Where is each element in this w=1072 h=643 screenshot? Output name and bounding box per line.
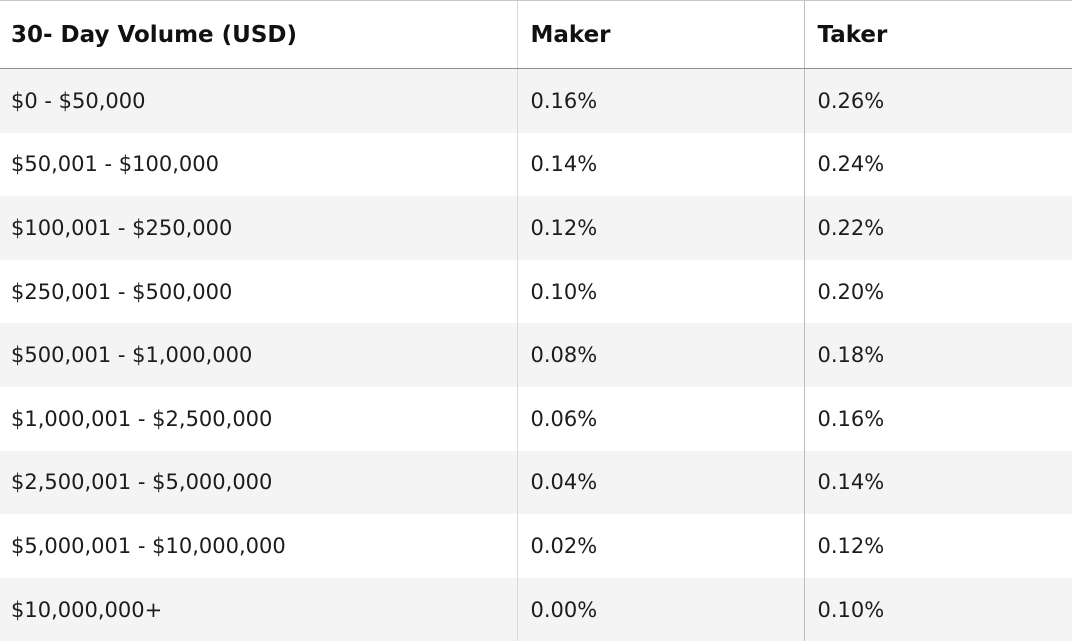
cell-taker: 0.22% — [803, 196, 1072, 260]
cell-taker: 0.20% — [803, 259, 1072, 324]
table-row: $1,000,001 - $2,500,000 0.06% 0.16% — [0, 386, 1072, 451]
table-row: $0 - $50,000 0.16% 0.26% — [0, 68, 1072, 133]
table-row: $100,001 - $250,000 0.12% 0.22% — [0, 196, 1072, 260]
cell-volume: $2,500,001 - $5,000,000 — [0, 450, 517, 515]
header-taker: Taker — [803, 0, 1072, 69]
header-maker: Maker — [516, 0, 804, 69]
header-row: 30- Day Volume (USD) Maker Taker — [0, 0, 1072, 69]
table-row: $50,001 - $100,000 0.14% 0.24% — [0, 132, 1072, 197]
cell-maker: 0.14% — [516, 132, 804, 197]
cell-volume: $500,001 - $1,000,000 — [0, 323, 517, 387]
table-row: $5,000,001 - $10,000,000 0.02% 0.12% — [0, 514, 1072, 578]
cell-taker: 0.14% — [803, 450, 1072, 515]
cell-taker: 0.16% — [803, 386, 1072, 451]
cell-maker: 0.02% — [516, 514, 804, 578]
table-body: $0 - $50,000 0.16% 0.26% $50,001 - $100,… — [0, 68, 1072, 642]
cell-taker: 0.12% — [803, 514, 1072, 578]
table-header: 30- Day Volume (USD) Maker Taker — [0, 0, 1072, 69]
cell-volume: $0 - $50,000 — [0, 68, 517, 133]
cell-maker: 0.10% — [516, 259, 804, 324]
header-volume: 30- Day Volume (USD) — [0, 0, 517, 69]
cell-volume: $5,000,001 - $10,000,000 — [0, 514, 517, 578]
cell-volume: $250,001 - $500,000 — [0, 259, 517, 324]
cell-volume: $100,001 - $250,000 — [0, 196, 517, 260]
table-row: $2,500,001 - $5,000,000 0.04% 0.14% — [0, 450, 1072, 515]
cell-maker: 0.00% — [516, 577, 804, 642]
cell-maker: 0.06% — [516, 386, 804, 451]
cell-volume: $1,000,001 - $2,500,000 — [0, 386, 517, 451]
cell-taker: 0.18% — [803, 323, 1072, 387]
cell-taker: 0.10% — [803, 577, 1072, 642]
cell-volume: $10,000,000+ — [0, 577, 517, 642]
table-row: $250,001 - $500,000 0.10% 0.20% — [0, 259, 1072, 324]
fee-schedule-table: 30- Day Volume (USD) Maker Taker $0 - $5… — [0, 0, 1072, 642]
table-row: $500,001 - $1,000,000 0.08% 0.18% — [0, 323, 1072, 387]
table-row: $10,000,000+ 0.00% 0.10% — [0, 577, 1072, 642]
cell-maker: 0.08% — [516, 323, 804, 387]
cell-taker: 0.24% — [803, 132, 1072, 197]
cell-maker: 0.12% — [516, 196, 804, 260]
cell-volume: $50,001 - $100,000 — [0, 132, 517, 197]
cell-maker: 0.04% — [516, 450, 804, 515]
cell-taker: 0.26% — [803, 68, 1072, 133]
cell-maker: 0.16% — [516, 68, 804, 133]
